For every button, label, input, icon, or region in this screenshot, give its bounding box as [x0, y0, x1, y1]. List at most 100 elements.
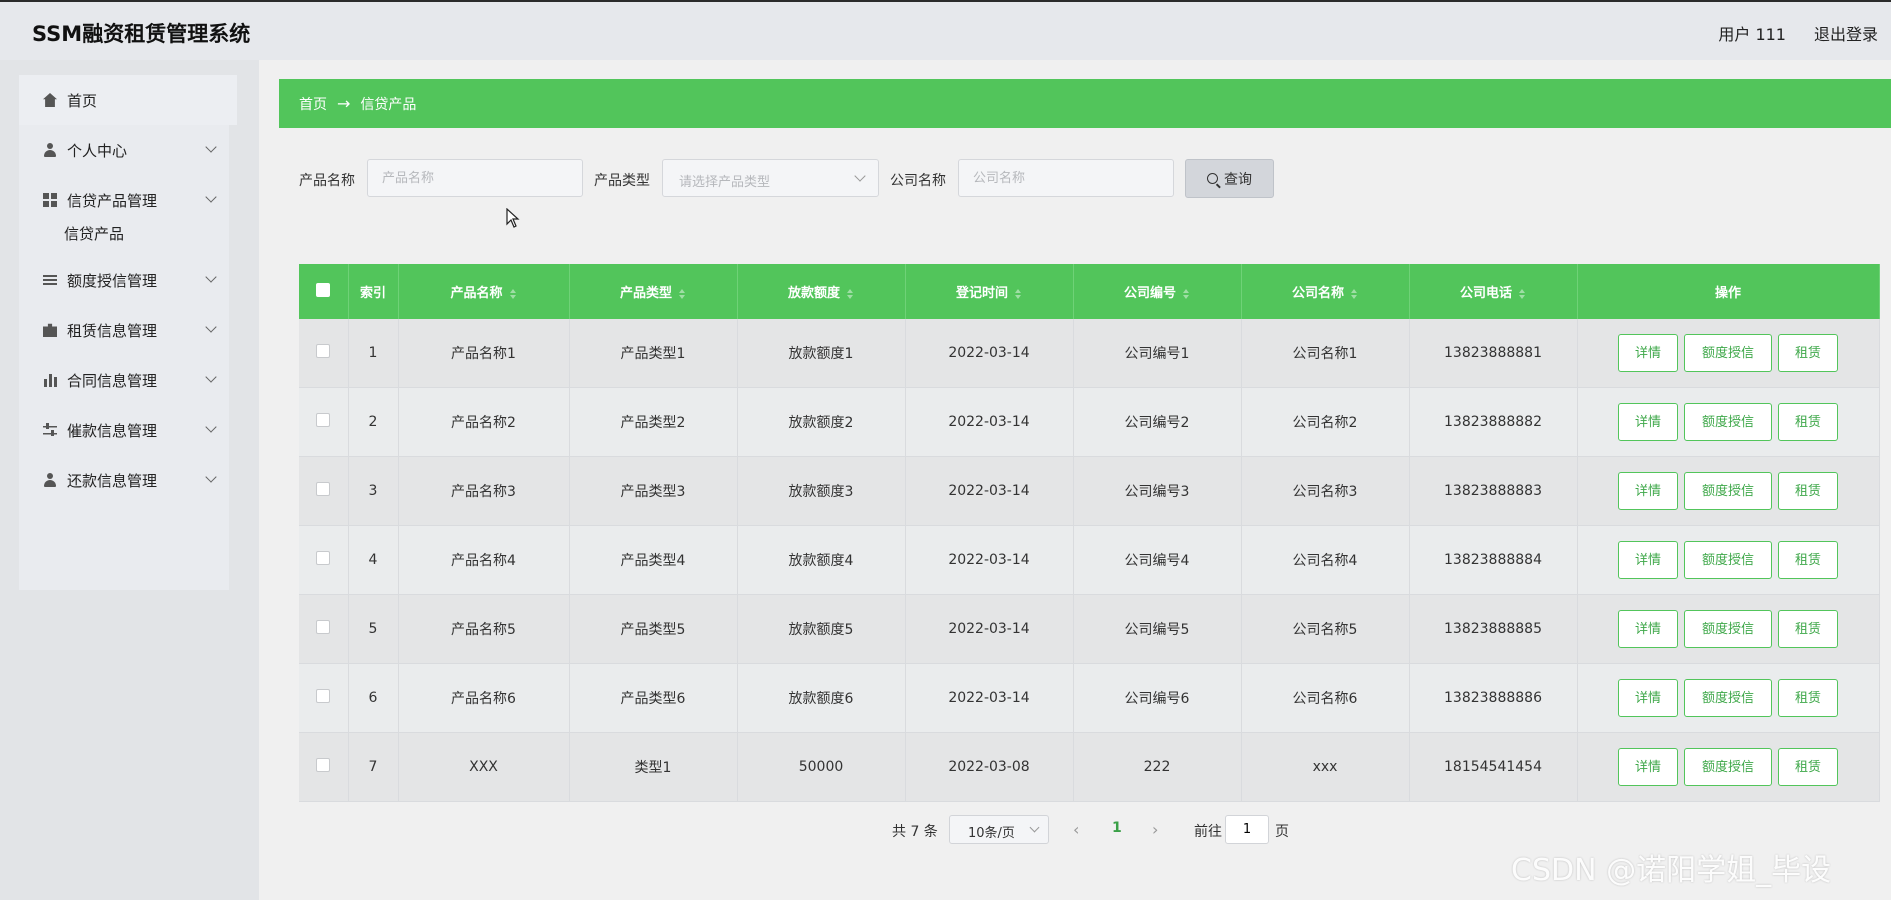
page-size-value: 10条/页 — [968, 826, 1015, 841]
lease-button[interactable]: 租赁 — [1778, 610, 1838, 648]
table-cell: 7 — [348, 732, 399, 802]
sidebar-item-label: 信贷产品管理 — [67, 191, 158, 210]
product-name-input[interactable] — [367, 159, 583, 197]
table-cell: 2022-03-14 — [905, 387, 1074, 457]
next-page-button[interactable]: › — [1152, 820, 1158, 839]
actions-cell: 详情 额度授信 租赁 — [1577, 456, 1880, 526]
detail-button[interactable]: 详情 — [1618, 610, 1678, 648]
company-name-input[interactable] — [958, 159, 1174, 197]
table-cell: xxx — [1241, 732, 1410, 802]
detail-button[interactable]: 详情 — [1618, 748, 1678, 786]
column-header[interactable]: 登记时间 — [905, 264, 1074, 319]
detail-button[interactable]: 详情 — [1618, 541, 1678, 579]
column-header[interactable]: 放款额度 — [737, 264, 906, 319]
credit-limit-button[interactable]: 额度授信 — [1684, 472, 1772, 510]
column-header[interactable]: 公司电话 — [1409, 264, 1578, 319]
table-cell: 产品名称5 — [398, 594, 570, 664]
bar-chart-icon — [43, 373, 57, 387]
lease-button[interactable]: 租赁 — [1778, 334, 1838, 372]
row-checkbox[interactable] — [316, 689, 331, 703]
page-number-current[interactable]: 1 — [1112, 820, 1122, 836]
sidebar-subitem-credit-product[interactable]: 信贷产品 — [64, 223, 124, 244]
lease-button[interactable]: 租赁 — [1778, 679, 1838, 717]
sort-icon[interactable] — [1518, 288, 1526, 299]
credit-limit-button[interactable]: 额度授信 — [1684, 334, 1772, 372]
sort-icon[interactable] — [678, 288, 686, 299]
product-name-label: 产品名称 — [299, 173, 355, 189]
sidebar-item-home[interactable]: 首页 — [19, 75, 237, 125]
goto-page-input[interactable] — [1225, 815, 1269, 844]
detail-button[interactable]: 详情 — [1618, 334, 1678, 372]
lease-button[interactable]: 租赁 — [1778, 541, 1838, 579]
sidebar-item-repayment-info[interactable]: 还款信息管理 — [19, 455, 229, 505]
row-checkbox[interactable] — [316, 413, 331, 427]
sort-icon[interactable] — [846, 288, 854, 299]
row-checkbox[interactable] — [316, 344, 331, 358]
search-icon — [1207, 173, 1218, 184]
column-header[interactable]: 产品名称 — [398, 264, 570, 319]
column-header[interactable]: 公司名称 — [1241, 264, 1410, 319]
sort-icon[interactable] — [1014, 288, 1022, 299]
select-all-cell — [299, 264, 349, 319]
credit-limit-button[interactable]: 额度授信 — [1684, 748, 1772, 786]
table-cell: 公司名称2 — [1241, 387, 1410, 457]
table-cell: 公司编号1 — [1073, 319, 1242, 388]
sidebar-item-collection-info[interactable]: 催款信息管理 — [19, 405, 229, 455]
row-checkbox[interactable] — [316, 551, 331, 565]
detail-button[interactable]: 详情 — [1618, 403, 1678, 441]
page-suffix-label: 页 — [1275, 824, 1289, 840]
breadcrumb-current: 信贷产品 — [360, 96, 417, 113]
table-cell: 公司编号2 — [1073, 387, 1242, 457]
table-cell: 产品类型4 — [569, 525, 738, 595]
credit-limit-button[interactable]: 额度授信 — [1684, 541, 1772, 579]
table-cell: 放款额度1 — [737, 319, 906, 388]
sidebar-item-label: 租赁信息管理 — [67, 321, 158, 340]
sidebar-item-label: 催款信息管理 — [67, 421, 158, 440]
prev-page-button[interactable]: ‹ — [1073, 820, 1079, 839]
actions-cell: 详情 额度授信 租赁 — [1577, 525, 1880, 595]
search-button[interactable]: 查询 — [1185, 159, 1274, 198]
sort-icon[interactable] — [1182, 288, 1190, 299]
chevron-down-icon — [205, 471, 217, 483]
row-checkbox[interactable] — [316, 758, 331, 772]
detail-button[interactable]: 详情 — [1618, 679, 1678, 717]
table-cell: 公司名称3 — [1241, 456, 1410, 526]
sidebar-item-credit-limit[interactable]: 额度授信管理 — [19, 255, 229, 305]
table-cell: 2022-03-14 — [905, 456, 1074, 526]
breadcrumb-home[interactable]: 首页 — [299, 94, 327, 114]
sidebar-item-label: 合同信息管理 — [67, 371, 158, 390]
row-select-cell — [299, 319, 349, 388]
sort-icon[interactable] — [1350, 288, 1358, 299]
lease-button[interactable]: 租赁 — [1778, 403, 1838, 441]
column-header[interactable]: 产品类型 — [569, 264, 738, 319]
actions-cell: 详情 额度授信 租赁 — [1577, 663, 1880, 733]
page-size-select[interactable]: 10条/页 — [949, 815, 1049, 844]
product-type-select[interactable]: 请选择产品类型 — [662, 159, 879, 197]
table-row: 7 XXX 类型1 50000 2022-03-08 222 xxx 18154541454 详… — [299, 732, 1880, 802]
detail-button[interactable]: 详情 — [1618, 472, 1678, 510]
table-cell: 放款额度5 — [737, 594, 906, 664]
chevron-down-icon — [1029, 822, 1040, 833]
chevron-down-icon — [205, 191, 217, 203]
row-checkbox[interactable] — [316, 482, 331, 496]
select-all-checkbox[interactable] — [316, 282, 331, 297]
grid-icon — [43, 193, 57, 207]
logout-link[interactable]: 退出登录 — [1814, 21, 1878, 45]
column-header[interactable]: 公司编号 — [1073, 264, 1242, 319]
product-type-label: 产品类型 — [594, 173, 650, 189]
lease-button[interactable]: 租赁 — [1778, 472, 1838, 510]
table-cell: 产品名称2 — [398, 387, 570, 457]
credit-limit-button[interactable]: 额度授信 — [1684, 403, 1772, 441]
table-cell: 3 — [348, 456, 399, 526]
row-select-cell — [299, 594, 349, 664]
sidebar-item-contract-info[interactable]: 合同信息管理 — [19, 355, 229, 405]
lease-button[interactable]: 租赁 — [1778, 748, 1838, 786]
credit-limit-button[interactable]: 额度授信 — [1684, 610, 1772, 648]
sidebar-item-lease-info[interactable]: 租赁信息管理 — [19, 305, 229, 355]
sidebar-item-credit-products[interactable]: 信贷产品管理 — [19, 175, 229, 225]
top-header: SSM融资租赁管理系统 用户 111 退出登录 — [0, 0, 1891, 60]
row-checkbox[interactable] — [316, 620, 331, 634]
sidebar-item-profile[interactable]: 个人中心 — [19, 125, 229, 175]
credit-limit-button[interactable]: 额度授信 — [1684, 679, 1772, 717]
sort-icon[interactable] — [509, 288, 517, 299]
